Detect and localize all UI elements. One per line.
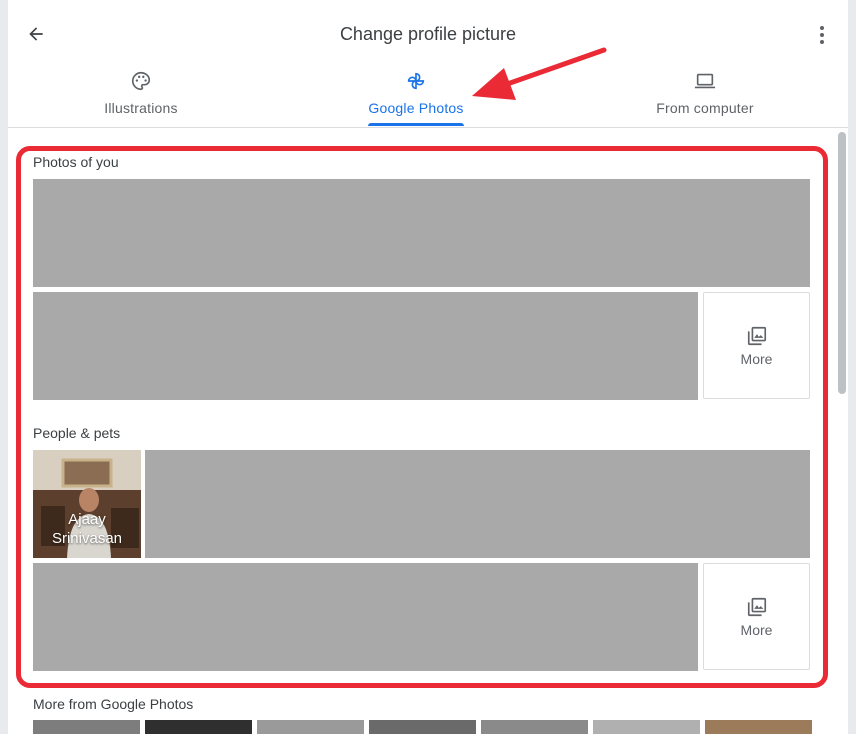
tab-illustrations[interactable]: Illustrations (88, 70, 194, 128)
active-tab-indicator (368, 123, 464, 126)
tab-google-photos[interactable]: Google Photos (360, 70, 472, 128)
photo-thumbnail[interactable] (145, 720, 252, 734)
pinwheel-icon (407, 72, 425, 90)
dialog-header: Change profile picture Illustrations Goo… (8, 0, 848, 128)
red-highlight-annotation (16, 146, 828, 688)
tab-from-computer[interactable]: From computer (644, 70, 766, 128)
section-title-more-from-google-photos: More from Google Photos (33, 696, 194, 712)
laptop-icon (694, 73, 716, 89)
photo-thumbnail[interactable] (257, 720, 364, 734)
photo-thumbnail[interactable] (593, 720, 700, 734)
dialog-title: Change profile picture (339, 24, 517, 44)
scrollbar-thumb[interactable] (838, 132, 846, 394)
red-arrow-annotation (472, 47, 607, 100)
photo-thumbnail[interactable] (369, 720, 476, 734)
photo-thumbnail[interactable] (33, 720, 140, 734)
more-options-button[interactable] (814, 22, 830, 48)
more-vert-icon (820, 26, 824, 30)
tab-label: Google Photos (368, 100, 464, 116)
palette-icon (132, 71, 151, 91)
photo-thumbnail[interactable] (705, 720, 812, 734)
tab-label: From computer (656, 100, 754, 116)
photo-thumbnail[interactable] (481, 720, 588, 734)
change-profile-picture-dialog: Change profile picture Illustrations Goo… (0, 0, 856, 734)
tab-label: Illustrations (104, 100, 178, 116)
